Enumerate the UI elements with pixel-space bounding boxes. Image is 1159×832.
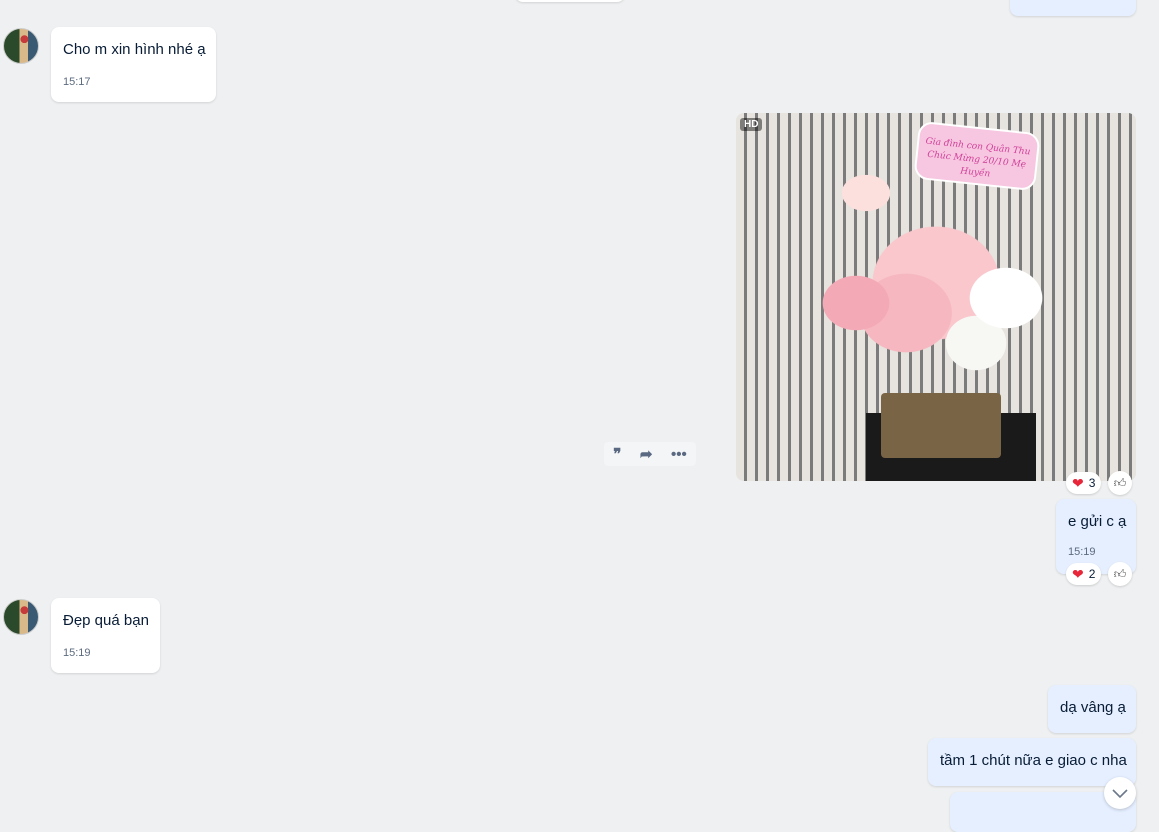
like-button[interactable]: 👍︎	[1108, 562, 1132, 586]
heart-icon: ❤	[1072, 474, 1084, 491]
message-text: Đẹp quá bạn	[63, 612, 149, 629]
message-time: 15:19	[63, 647, 91, 659]
message-bubble[interactable]: dạ vâng ạ	[1048, 685, 1136, 733]
message-text: e gửi c ạ	[1068, 513, 1127, 530]
quote-icon[interactable]: ❞	[613, 445, 621, 463]
message-text: tầm 1 chút nữa e giao c nha	[940, 752, 1127, 769]
forward-icon[interactable]: ➦	[640, 445, 653, 463]
message-image[interactable]: Gia đình con Quân Thu Chúc Mừng 20/10 Mẹ…	[736, 113, 1136, 481]
avatar[interactable]	[3, 599, 39, 635]
chevron-down-icon	[1112, 789, 1128, 799]
photo-sign: Gia đình con Quân Thu Chúc Mừng 20/10 Mẹ…	[913, 120, 1041, 192]
photo-basket	[881, 393, 1001, 458]
reaction-count: 2	[1088, 567, 1096, 581]
thumbs-up-icon: 👍︎	[1113, 475, 1127, 490]
message-text: dạ vâng ạ	[1060, 699, 1126, 716]
hd-badge: HD	[740, 118, 763, 131]
message-time: 15:17	[63, 76, 91, 88]
reaction-count: 3	[1088, 476, 1096, 490]
message-bubble[interactable]: tầm 1 chút nữa e giao c nha	[928, 738, 1136, 786]
scroll-to-bottom-button[interactable]	[1104, 777, 1136, 809]
like-button[interactable]: 👍︎	[1108, 471, 1132, 495]
thumbs-up-icon: 👍︎	[1113, 566, 1127, 581]
message-bubble[interactable]: Đẹp quá bạn 15:19	[51, 598, 160, 673]
reaction-heart[interactable]: ❤ 3	[1066, 472, 1102, 494]
avatar[interactable]	[3, 28, 39, 64]
message-actions: ❞ ➦ •••	[604, 442, 696, 466]
more-icon[interactable]: •••	[671, 446, 687, 463]
message-text: Cho m xin hình nhé ạ	[63, 41, 206, 58]
message-bubble-partial	[515, 0, 625, 2]
message-time: 15:19	[1068, 546, 1096, 558]
reaction-heart[interactable]: ❤ 2	[1066, 563, 1102, 585]
message-bubble[interactable]: Cho m xin hình nhé ạ 15:17	[51, 27, 216, 102]
message-bubble-partial	[1010, 0, 1136, 16]
heart-icon: ❤	[1072, 565, 1084, 582]
